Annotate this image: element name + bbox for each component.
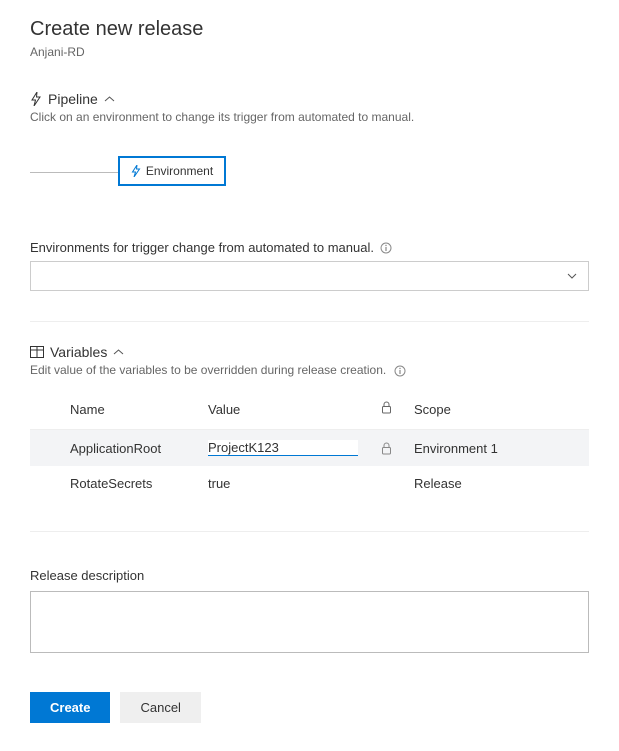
table-row[interactable]: ApplicationRoot ProjectK123 Environment … [30,430,589,467]
pipeline-connector [30,172,118,173]
section-divider [30,321,589,322]
lock-toggle[interactable] [366,466,406,501]
var-scope-cell[interactable]: Environment 1 [406,430,589,467]
release-desc-input[interactable] [30,591,589,653]
var-name-cell: RotateSecrets [30,466,200,501]
var-value-input[interactable]: true [200,466,366,501]
chevron-up-icon [104,94,115,105]
variables-section-toggle[interactable]: Variables [30,344,589,360]
var-value-input[interactable]: ProjectK123 [208,440,358,456]
pipeline-section-label: Pipeline [48,91,98,107]
release-desc-label: Release description [30,568,589,583]
info-icon[interactable] [380,242,392,254]
info-icon[interactable] [394,365,406,377]
variables-section-desc: Edit value of the variables to be overri… [30,363,589,377]
col-header-scope[interactable]: Scope [406,393,589,430]
section-divider [30,531,589,532]
pipeline-name: Anjani-RD [30,45,589,59]
col-header-lock [366,393,406,430]
page-title: Create new release [30,18,589,41]
col-header-value[interactable]: Value [200,393,366,430]
env-trigger-label: Environments for trigger change from aut… [30,240,589,255]
lightning-icon [131,165,141,177]
col-header-name[interactable]: Name [30,393,200,430]
pipeline-visualizer: Environment [30,152,589,194]
environment-node-label: Environment [146,164,213,178]
cancel-button[interactable]: Cancel [120,692,200,723]
var-scope-cell[interactable]: Release [406,466,589,501]
environment-node[interactable]: Environment [118,156,226,186]
lock-toggle[interactable] [374,442,398,455]
pipeline-section-desc: Click on an environment to change its tr… [30,110,589,124]
create-button[interactable]: Create [30,692,110,723]
env-trigger-dropdown[interactable] [30,261,589,291]
pipeline-section-toggle[interactable]: Pipeline [30,91,589,107]
action-bar: Create Cancel [30,692,589,723]
table-header-row: Name Value Scope [30,393,589,430]
variables-icon [30,346,44,358]
chevron-down-icon [566,270,578,282]
chevron-up-icon [113,347,124,358]
variables-table: Name Value Scope ApplicationRoot Project… [30,393,589,501]
table-row[interactable]: RotateSecrets true Release [30,466,589,501]
var-name-cell: ApplicationRoot [30,430,200,467]
variables-section-label: Variables [50,344,107,360]
lightning-icon [30,92,42,106]
lock-icon [381,402,392,417]
